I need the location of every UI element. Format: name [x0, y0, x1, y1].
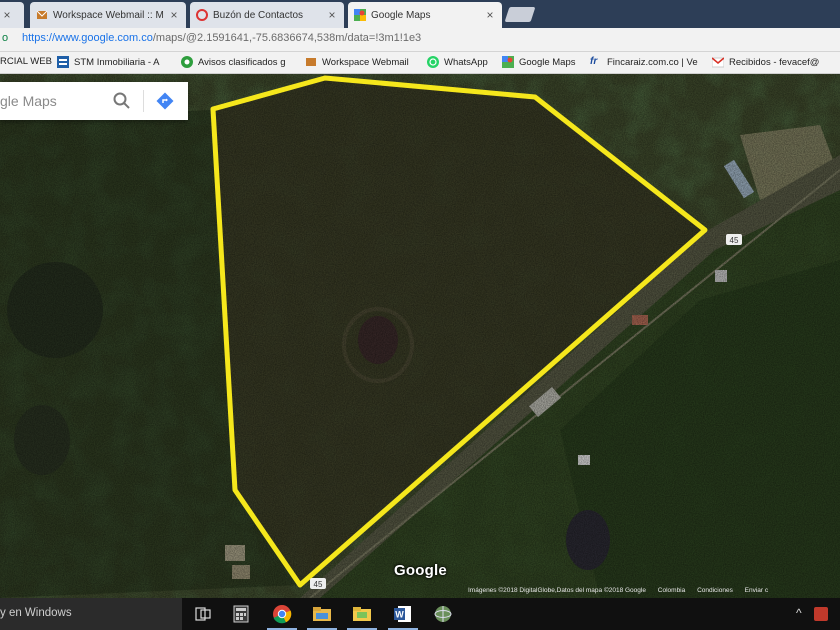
- bookmark-label: Recibidos - fevacef@: [729, 56, 820, 68]
- network-icon[interactable]: [424, 598, 462, 630]
- svg-text:45: 45: [730, 236, 739, 245]
- bookmark-item[interactable]: RCIAL WEB: [0, 56, 52, 67]
- bookmark-item[interactable]: fr Fincaraiz.com.co | Ve: [590, 56, 698, 68]
- bookmark-label: Avisos clasificados g: [198, 56, 286, 68]
- system-tray[interactable]: ^: [790, 598, 840, 630]
- url-host: https://www.google.com.co: [22, 32, 153, 44]
- tab-google-maps[interactable]: Google Maps ×: [348, 2, 502, 28]
- stm-icon: [57, 56, 69, 68]
- tray-expand-icon[interactable]: ^: [796, 606, 802, 620]
- bookmark-item[interactable]: Workspace Webmail: [305, 56, 409, 68]
- bookmark-label: RCIAL WEB: [0, 56, 52, 67]
- road-shield: 45: [310, 578, 326, 589]
- svg-text:W: W: [395, 610, 404, 620]
- taskbar-search-box[interactable]: y en Windows: [0, 598, 182, 630]
- tab-close-icon[interactable]: ×: [325, 8, 339, 22]
- bookmarks-bar: RCIAL WEB STM Inmobiliaria - A Avisos cl…: [0, 52, 840, 74]
- search-icon[interactable]: [112, 91, 132, 111]
- chrome-icon[interactable]: [263, 598, 301, 630]
- attribution-country: Colombia: [657, 587, 686, 594]
- bookmark-label: WhatsApp: [444, 56, 488, 68]
- tab-partial[interactable]: ×: [0, 2, 24, 28]
- tab-webmail[interactable]: Workspace Webmail :: M ×: [30, 2, 186, 28]
- task-view-icon[interactable]: [184, 598, 222, 630]
- contacts-icon: [196, 9, 208, 21]
- webmail-icon: [36, 9, 48, 21]
- directions-icon[interactable]: [155, 91, 175, 111]
- fincaraiz-icon: fr: [590, 56, 598, 67]
- bookmark-label: Workspace Webmail: [322, 56, 409, 68]
- taskbar-search-text: y en Windows: [0, 607, 72, 619]
- calculator-icon[interactable]: [222, 598, 260, 630]
- antivirus-icon: [814, 607, 828, 621]
- tab-label: Workspace Webmail :: M: [53, 9, 164, 21]
- maps-search-box: [0, 82, 188, 120]
- bookmark-label: STM Inmobiliaria - A: [74, 56, 160, 68]
- tab-close-icon[interactable]: ×: [0, 8, 14, 22]
- new-tab-button[interactable]: [504, 7, 536, 22]
- address-bar[interactable]: o https://www.google.com.co/maps/@2.1591…: [0, 28, 840, 52]
- bookmark-item[interactable]: WhatsApp: [427, 56, 488, 68]
- url-text[interactable]: https://www.google.com.co/maps/@2.159164…: [22, 32, 421, 44]
- map-attribution: Imágenes ©2018 DigitalGlobe,Datos del ma…: [468, 587, 778, 594]
- bookmark-item[interactable]: Recibidos - fevacef@: [711, 56, 820, 68]
- url-path: /maps/@2.1591641,-75.6836674,538m/data=!…: [152, 32, 422, 44]
- whatsapp-icon: [427, 56, 439, 68]
- google-maps-icon: [502, 56, 514, 68]
- google-maps-icon: [354, 9, 366, 21]
- webmail-icon: [305, 56, 317, 68]
- file-explorer-icon[interactable]: [303, 598, 341, 630]
- tab-label: Buzón de Contactos: [213, 9, 304, 21]
- tab-contacts[interactable]: Buzón de Contactos ×: [190, 2, 344, 28]
- folder-icon[interactable]: [343, 598, 381, 630]
- tab-close-icon[interactable]: ×: [167, 8, 181, 22]
- classifieds-icon: [181, 56, 193, 68]
- road-shield: 45: [726, 234, 742, 245]
- svg-text:45: 45: [314, 580, 323, 589]
- gmail-icon: [711, 56, 725, 68]
- bookmark-item[interactable]: STM Inmobiliaria - A: [57, 56, 160, 68]
- windows-taskbar: y en Windows W ^: [0, 598, 840, 630]
- bookmark-label: Fincaraiz.com.co | Ve: [607, 56, 698, 68]
- bookmark-item[interactable]: Avisos clasificados g: [181, 56, 285, 68]
- browser-tab-strip: × Workspace Webmail :: M × Buzón de Cont…: [0, 0, 840, 28]
- google-logo: Google: [394, 562, 447, 579]
- satellite-map[interactable]: 45 45: [0, 74, 840, 598]
- tab-label: Google Maps: [371, 9, 431, 21]
- tab-close-icon[interactable]: ×: [483, 8, 497, 22]
- attribution-text: Imágenes ©2018 DigitalGlobe,Datos del ma…: [468, 587, 646, 594]
- reload-icon[interactable]: o: [2, 32, 8, 44]
- bookmark-label: Google Maps: [519, 56, 576, 68]
- terms-link[interactable]: Condiciones: [697, 587, 733, 594]
- bookmark-item[interactable]: Google Maps: [502, 56, 576, 68]
- feedback-link[interactable]: Enviar c: [745, 587, 768, 594]
- word-icon[interactable]: W: [384, 598, 422, 630]
- imagery-grain: [0, 74, 840, 598]
- divider: [143, 90, 144, 112]
- search-input[interactable]: [0, 90, 108, 112]
